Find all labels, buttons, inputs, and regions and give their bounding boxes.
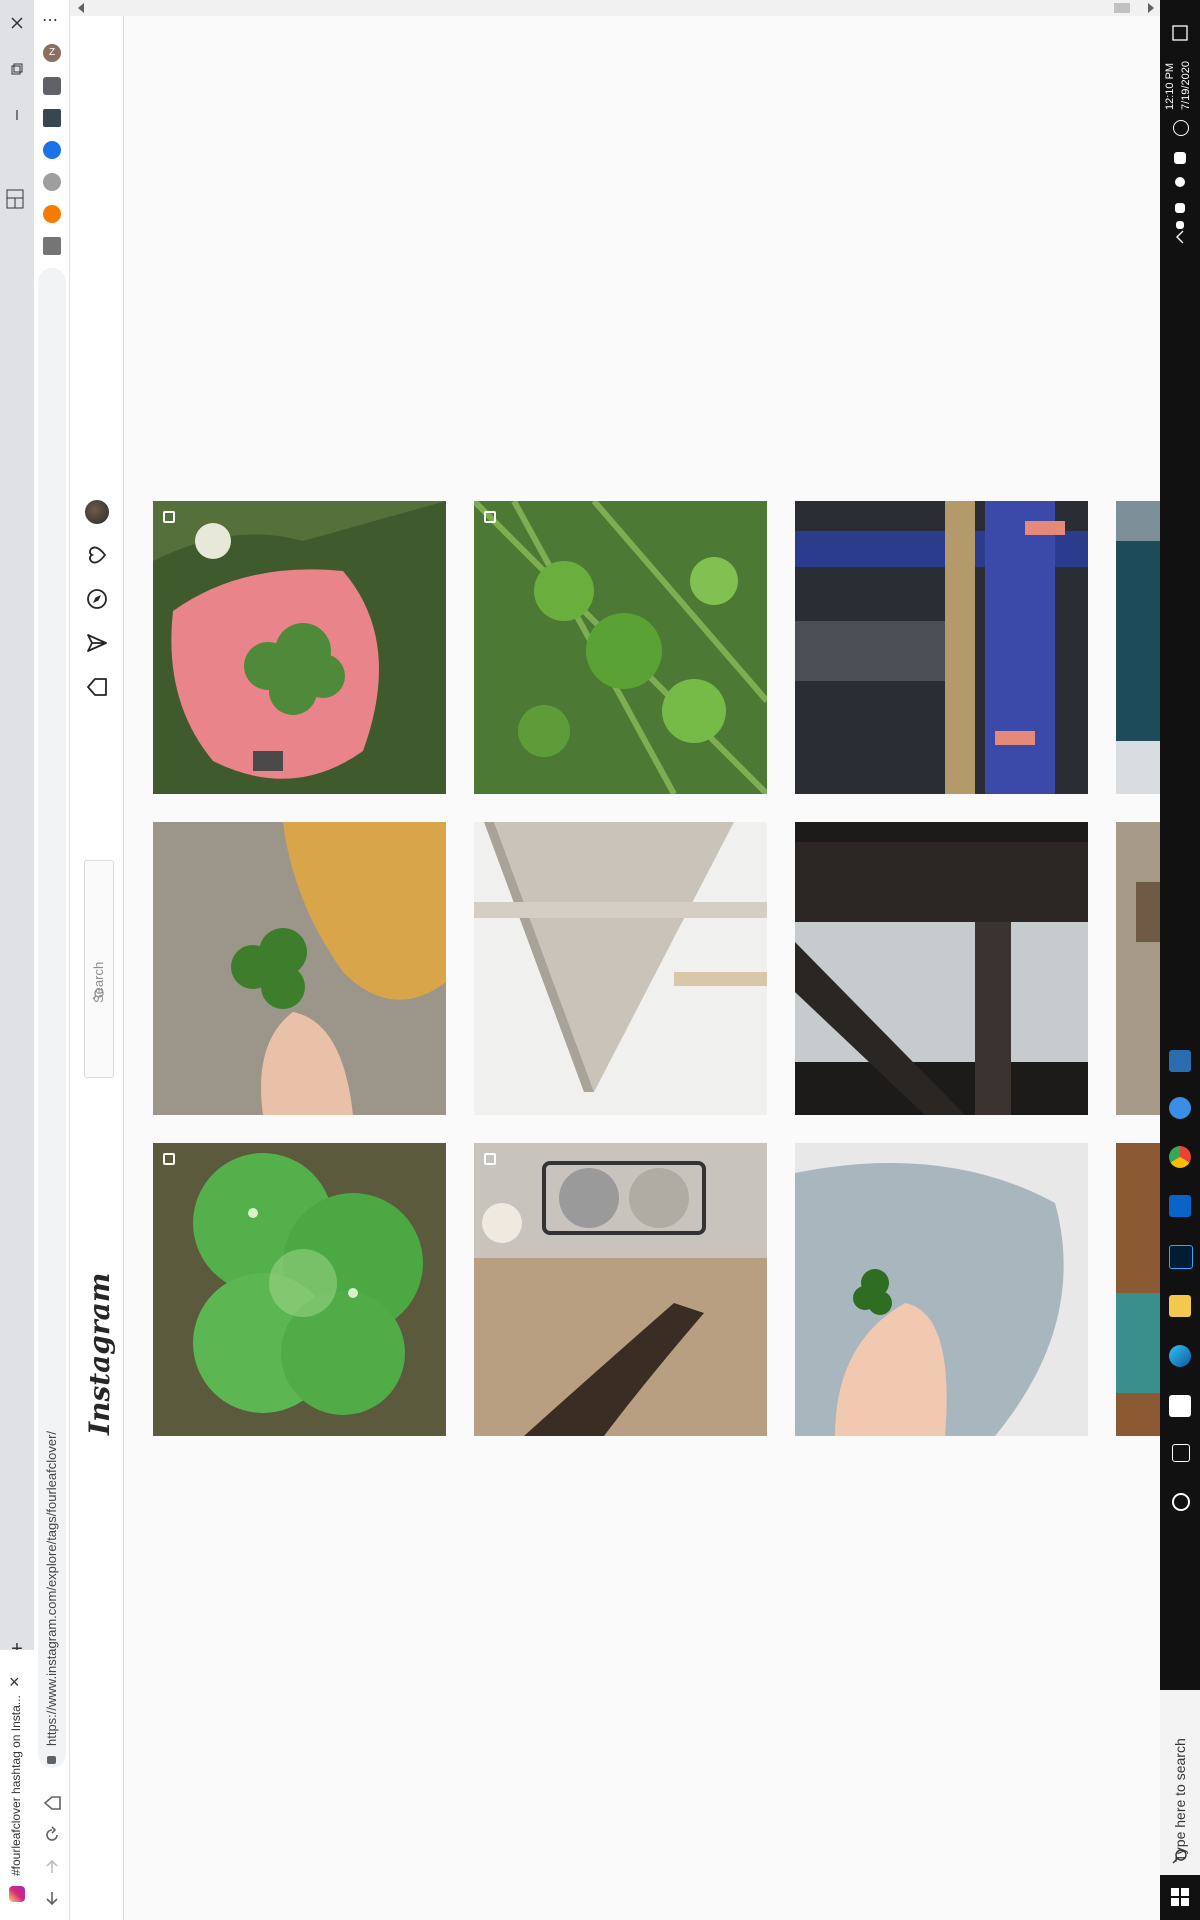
arrow-down-icon bbox=[46, 1892, 58, 1906]
home-icon bbox=[43, 1796, 61, 1810]
restore-window-button[interactable] bbox=[6, 58, 28, 80]
post-image bbox=[795, 822, 1088, 1115]
post-thumbnail[interactable] bbox=[474, 501, 767, 794]
action-center-button[interactable] bbox=[1169, 22, 1191, 44]
multi-photo-icon bbox=[484, 1153, 496, 1165]
post-image bbox=[474, 501, 767, 794]
forward-button[interactable] bbox=[40, 1855, 64, 1879]
post-image bbox=[474, 1143, 767, 1436]
profile-avatar[interactable]: Z bbox=[43, 44, 61, 62]
tab-close-icon[interactable]: × bbox=[9, 1672, 20, 1693]
taskbar-search-input[interactable]: Type here to search bbox=[1160, 1690, 1200, 1875]
scroll-right-arrow-icon[interactable] bbox=[1148, 3, 1154, 13]
taskbar-search-placeholder: Type here to search bbox=[1172, 1738, 1188, 1862]
extension-screen-icon[interactable] bbox=[43, 109, 61, 127]
tab-actions-icon bbox=[6, 189, 24, 209]
post-image bbox=[795, 501, 1088, 794]
post-thumbnail[interactable] bbox=[795, 501, 1088, 794]
post-thumbnail[interactable] bbox=[153, 1143, 446, 1436]
post-image bbox=[1116, 1143, 1160, 1436]
taskbar-photoshop-icon[interactable] bbox=[1169, 1245, 1193, 1269]
browser-tab-strip: + × #fourleafclover hashtag on Insta... bbox=[0, 0, 34, 1920]
post-thumbnail[interactable] bbox=[795, 822, 1088, 1115]
multi-photo-icon bbox=[484, 511, 496, 523]
taskbar-outlook-icon[interactable] bbox=[1169, 1195, 1191, 1217]
tab-title: #fourleafclover hashtag on Insta... bbox=[9, 1695, 23, 1876]
minimize-icon bbox=[16, 110, 18, 120]
close-window-button[interactable] bbox=[6, 12, 28, 34]
page-scrollbar[interactable] bbox=[70, 0, 1160, 16]
post-thumbnail[interactable] bbox=[153, 822, 446, 1115]
reload-icon bbox=[46, 1826, 58, 1841]
home-button[interactable] bbox=[40, 1791, 64, 1815]
direct-message-icon[interactable] bbox=[85, 631, 109, 655]
cortana-icon[interactable] bbox=[1172, 1493, 1190, 1511]
lock-icon bbox=[47, 1756, 56, 1764]
post-thumbnail-partial[interactable] bbox=[1116, 1143, 1160, 1436]
post-image bbox=[153, 822, 446, 1115]
reload-button[interactable] bbox=[40, 1823, 64, 1847]
extension-g-icon[interactable] bbox=[43, 237, 61, 255]
close-icon bbox=[11, 17, 23, 29]
post-image bbox=[474, 822, 767, 1115]
restore-icon bbox=[11, 63, 23, 75]
extension-grey-icon[interactable] bbox=[43, 173, 61, 191]
explore-compass-icon[interactable] bbox=[85, 587, 109, 611]
active-tab[interactable]: × #fourleafclover hashtag on Insta... bbox=[0, 1650, 34, 1920]
pen-icon[interactable] bbox=[1173, 120, 1189, 136]
multi-photo-icon bbox=[163, 511, 175, 523]
taskbar-app-settings-icon[interactable] bbox=[1169, 1097, 1191, 1119]
extension-blue-icon[interactable] bbox=[43, 141, 61, 159]
url-text[interactable]: https://www.instagram.com/explore/tags/f… bbox=[44, 1431, 59, 1746]
taskbar-app-spreadsheet-icon[interactable] bbox=[1169, 1050, 1191, 1072]
volume-icon[interactable] bbox=[1175, 203, 1185, 213]
scrollbar-thumb[interactable] bbox=[1114, 3, 1130, 13]
dropbox-icon[interactable] bbox=[1174, 152, 1186, 164]
back-button[interactable] bbox=[40, 1886, 64, 1910]
notification-icon bbox=[1172, 25, 1188, 41]
post-image bbox=[1116, 501, 1160, 794]
search-icon bbox=[92, 988, 104, 1000]
instagram-logo[interactable]: Instagram bbox=[83, 1273, 116, 1435]
post-image bbox=[153, 1143, 446, 1436]
extensions-puzzle-icon[interactable] bbox=[43, 77, 61, 95]
taskbar-edge-icon[interactable] bbox=[1169, 1345, 1191, 1367]
post-thumbnail[interactable] bbox=[474, 822, 767, 1115]
taskbar-file-explorer-icon[interactable] bbox=[1169, 1295, 1191, 1317]
windows-taskbar: 12:10 PM 7/19/2020 Type here to search bbox=[1160, 0, 1200, 1920]
post-thumbnail[interactable] bbox=[795, 1143, 1088, 1436]
clock-time[interactable]: 12:10 PM bbox=[1164, 63, 1176, 110]
post-image bbox=[1116, 822, 1160, 1115]
post-thumbnail[interactable] bbox=[474, 1143, 767, 1436]
task-view-icon[interactable] bbox=[1172, 1444, 1190, 1462]
extension-orange-icon[interactable] bbox=[43, 205, 61, 223]
start-button[interactable] bbox=[1170, 1887, 1190, 1907]
browser-menu-icon[interactable]: ⋯ bbox=[42, 10, 58, 30]
scroll-left-arrow-icon[interactable] bbox=[78, 3, 84, 13]
post-image bbox=[795, 1143, 1088, 1436]
search-icon bbox=[1172, 1849, 1187, 1864]
post-thumbnail-partial[interactable] bbox=[1116, 822, 1160, 1115]
home-icon[interactable] bbox=[85, 675, 109, 699]
chevron-up-icon[interactable] bbox=[1169, 226, 1191, 248]
post-thumbnail[interactable] bbox=[153, 501, 446, 794]
post-image bbox=[153, 501, 446, 794]
multi-photo-icon bbox=[163, 1153, 175, 1165]
instagram-favicon-icon bbox=[9, 1886, 25, 1902]
search-input[interactable]: Search bbox=[84, 860, 114, 1078]
tab-actions-button[interactable] bbox=[2, 186, 28, 212]
taskbar-chrome-icon[interactable] bbox=[1169, 1146, 1191, 1168]
heart-icon[interactable] bbox=[85, 543, 109, 567]
taskbar-store-icon[interactable] bbox=[1169, 1395, 1191, 1417]
browser-toolbar: ⋯ Z https://www.instagram.com/explore/ta… bbox=[34, 0, 70, 1920]
address-bar[interactable]: https://www.instagram.com/explore/tags/f… bbox=[38, 268, 66, 1768]
minimize-window-button[interactable] bbox=[6, 104, 28, 126]
instagram-nav: Search Instagram bbox=[70, 0, 124, 1920]
windows-logo-icon bbox=[1171, 1888, 1189, 1906]
post-thumbnail-partial[interactable] bbox=[1116, 501, 1160, 794]
onedrive-icon[interactable] bbox=[1175, 177, 1185, 187]
arrow-up-icon bbox=[46, 1859, 58, 1873]
profile-avatar[interactable] bbox=[85, 500, 109, 524]
clock-date[interactable]: 7/19/2020 bbox=[1180, 61, 1192, 110]
